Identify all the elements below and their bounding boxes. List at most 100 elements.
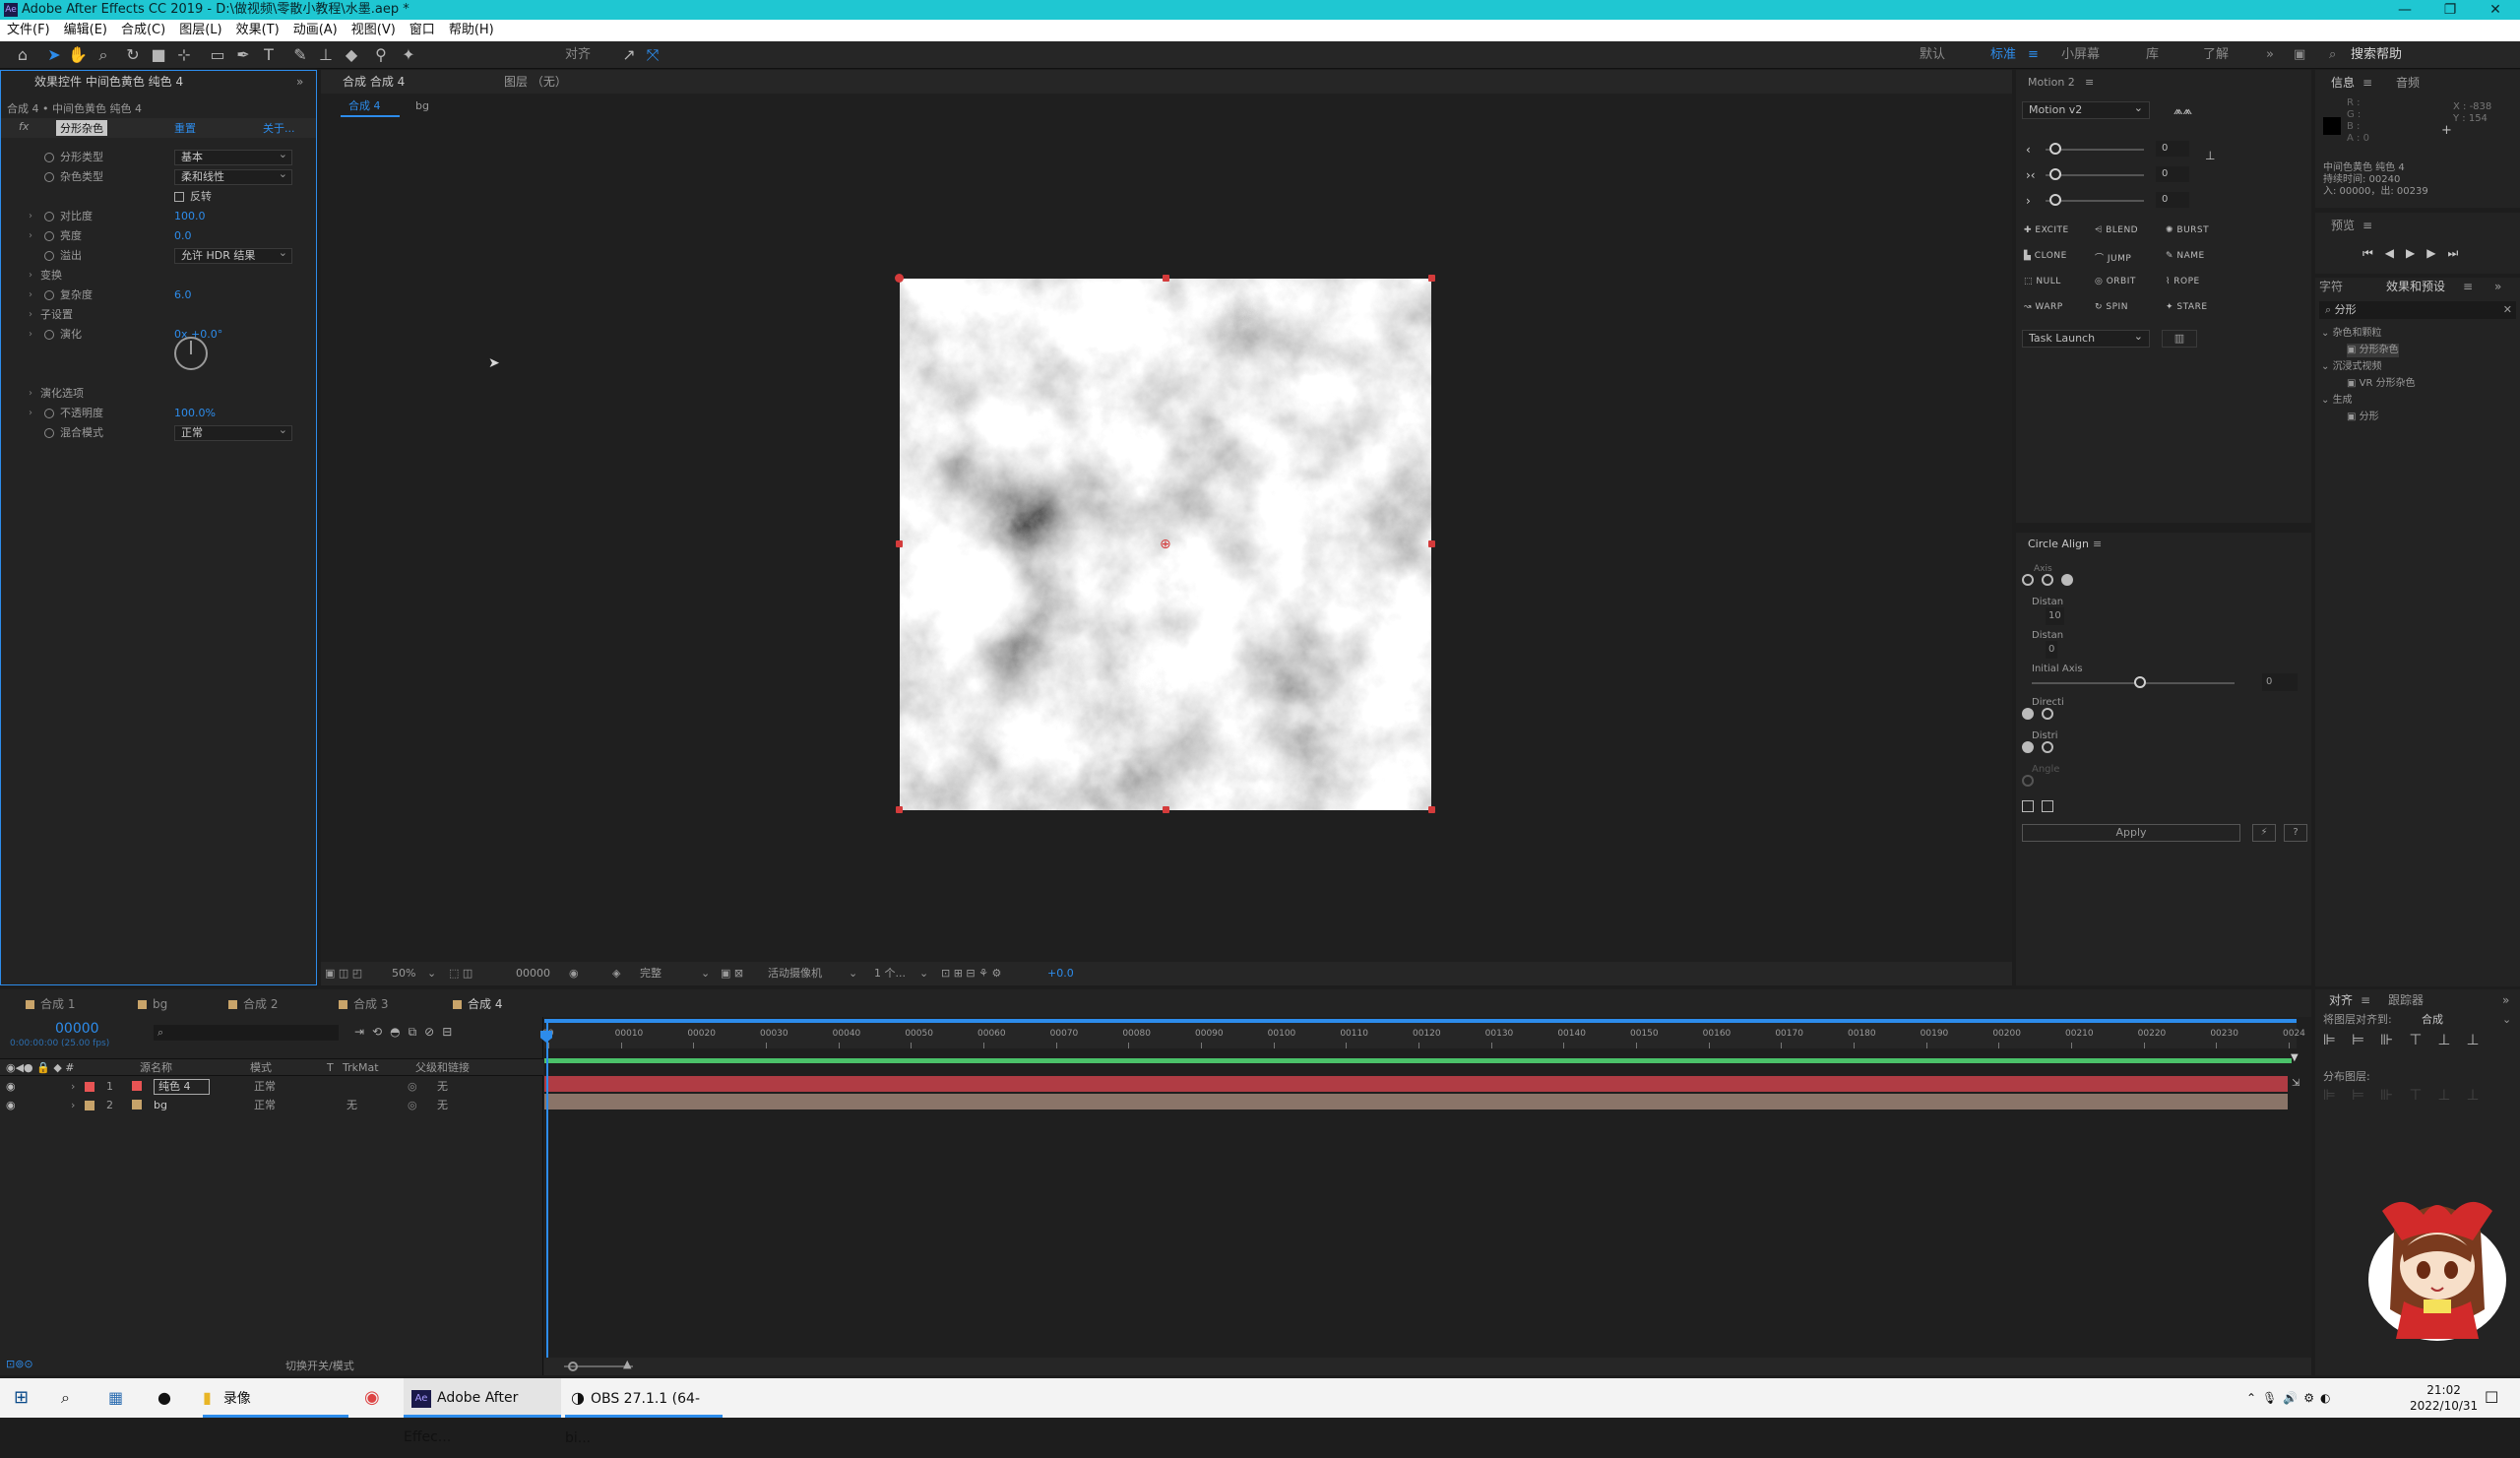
distribute-radio-1[interactable] [2022,741,2034,753]
layer-tab[interactable]: 图层 （无） [504,73,567,91]
camera-snapshot-icon[interactable]: ◉ [569,962,579,985]
workspace-default[interactable]: 默认 [1920,45,1945,65]
workspace-library[interactable]: 库 [2146,45,2159,65]
stopwatch-icon[interactable] [44,330,54,340]
timeline-switch-icons[interactable]: ⇥⟲◓⧉⊘⊟ [354,1025,460,1040]
stopwatch-icon[interactable] [44,212,54,222]
notification-icon[interactable]: ☐ [2485,1378,2498,1418]
menu-effect[interactable]: 效果(T) [229,20,286,41]
motion-preset-select[interactable]: Motion v2 ⌄ [2022,101,2150,119]
camera-chevron-icon[interactable]: ⌄ [849,962,857,985]
camera-tool-icon[interactable]: ■ [148,45,169,65]
qq-icon[interactable]: ● [158,1378,171,1418]
motion-slider-value[interactable]: 0 [2156,166,2189,182]
layer-row[interactable]: ◉ › ◎ 2 bg 正常 无 无 [0,1097,543,1114]
motion-spin-button[interactable]: ↻ SPIN [2095,302,2128,312]
effect-item[interactable]: ▣ 分形杂色 [2347,344,2399,357]
eye-icon[interactable]: ◉ [6,1097,16,1114]
preview-menu-icon[interactable]: ≡ [2362,217,2372,234]
roi-icon[interactable]: ▣ ⊠ [721,962,743,985]
menu-edit[interactable]: 编辑(E) [57,20,114,41]
effects-presets-tab[interactable]: 效果和预设 [2386,278,2445,295]
effect-name[interactable]: 分形杂色 [56,120,107,136]
disclosure-triangle-icon[interactable]: › [29,384,32,404]
menu-help[interactable]: 帮助(H) [442,20,501,41]
roto-brush-icon[interactable]: ⚲ [370,45,392,65]
effect-prop-select[interactable]: 正常 [174,423,292,441]
puppet-tool-icon[interactable]: ✦ [398,45,419,65]
system-tray-icons[interactable]: ⌃🎙🔊⚙◐ [2246,1378,2336,1418]
align-expand-icon[interactable]: » [2502,991,2509,1009]
distribute-buttons[interactable]: ⊫⊨⊪⊤⊥⊥ [2323,1086,2494,1104]
handle-bl[interactable] [896,806,903,813]
stopwatch-icon[interactable] [44,428,54,438]
initial-axis-track[interactable] [2032,682,2235,684]
distribute-radio-2[interactable] [2042,741,2053,753]
pen-tool-icon[interactable]: ✒ [232,45,254,65]
option-checkbox-2[interactable] [2042,800,2053,812]
time-ruler[interactable]: 0000010000200003000040000500006000070000… [542,1023,2305,1048]
layer-row[interactable]: ◉ › ◎ 1 纯色 4 正常 无 [0,1078,543,1096]
zoom-select[interactable]: 50% [392,962,415,985]
calculator-icon[interactable]: ▦ [108,1378,123,1418]
selection-tool-icon[interactable]: ➤ [43,45,65,65]
motion-jump-button[interactable]: ⌒ JUMP [2095,251,2131,264]
view-options-icon[interactable]: ⊡ ⊞ ⊟ ⚘ ⚙ [941,962,1001,985]
minimize-icon[interactable]: — [2382,0,2427,20]
stopwatch-icon[interactable] [44,172,54,182]
axis-radio-1[interactable] [2022,574,2034,586]
disclosure-triangle-icon[interactable]: › [29,226,32,246]
col-trkmat[interactable]: TrkMat [343,1059,379,1077]
quality-select[interactable]: 完整 [640,962,662,985]
stopwatch-icon[interactable] [44,231,54,241]
layer-name[interactable]: bg [154,1097,167,1114]
comp-button-icon[interactable]: ⇲ [2292,1078,2300,1089]
maximize-icon[interactable]: ❐ [2427,0,2473,20]
axis-radio-2[interactable] [2042,574,2053,586]
apply-button[interactable]: Apply [2022,824,2240,842]
fx-icon[interactable]: fx [19,120,29,133]
menu-layer[interactable]: 图层(L) [172,20,228,41]
pickwhip-icon[interactable]: ◎ [408,1097,417,1114]
effect-prop-select[interactable]: 允许 HDR 结果 [174,246,292,264]
fit-icon[interactable]: ⬚ ◫ [449,962,472,985]
label-color-icon[interactable] [85,1082,94,1092]
snap-icon[interactable]: ↗ [618,45,640,65]
workspace-menu-icon[interactable]: ≡ [2028,45,2039,65]
motion-name-button[interactable]: ✎ NAME [2166,251,2205,261]
motion-orbit-button[interactable]: ◎ ORBIT [2095,277,2136,286]
distance1-value[interactable]: 10 [2046,607,2064,625]
effect-category[interactable]: ⌄ 沉浸式视频 [2321,360,2382,374]
handle-bottom[interactable] [1163,806,1169,813]
camera-select[interactable]: 活动摄像机 [768,962,822,985]
angle-radio[interactable] [2022,775,2034,787]
clock[interactable]: 21:02 2022/10/31 [2410,1378,2478,1418]
pickwhip-icon[interactable]: ◎ [408,1078,417,1096]
disclosure-triangle-icon[interactable]: › [29,266,32,285]
views-chevron-icon[interactable]: ⌄ [919,962,928,985]
layer-mode-select[interactable]: 正常 [254,1097,276,1114]
effects-menu-icon[interactable]: ≡ [2463,278,2473,295]
taskbar-item-folder[interactable]: ▮ 录像 [203,1378,348,1418]
info-menu-icon[interactable]: ≡ [2362,74,2372,92]
playhead-line[interactable] [546,1023,548,1358]
effects-expand-icon[interactable]: » [2494,278,2501,295]
layer-parent-select[interactable]: 无 [437,1097,448,1114]
panel-expand-icon[interactable]: » [296,73,303,91]
tracker-tab[interactable]: 跟踪器 [2388,991,2424,1009]
taskbar-item-after-effects[interactable]: Ae Adobe After Effec... [404,1378,561,1445]
motion-burst-button[interactable]: ✺ BURST [2166,225,2209,235]
handle-right[interactable] [1428,540,1435,547]
handle-br[interactable] [1428,806,1435,813]
motion-null-button[interactable]: ⬚ NULL [2024,277,2061,286]
timeline-tab[interactable]: 合成 3 [339,993,388,1015]
menu-animation[interactable]: 动画(A) [286,20,345,41]
menu-file[interactable]: 文件(F) [0,20,57,41]
close-icon[interactable]: ✕ [2473,0,2518,20]
axis-radio-3[interactable] [2061,574,2073,586]
align-buttons[interactable]: ⊫⊨⊪⊤⊥⊥ [2323,1031,2494,1048]
layer-mode-select[interactable]: 正常 [254,1078,276,1096]
playback-controls[interactable]: ⏮◀▶▶⏭ [2362,244,2470,262]
disclosure-triangle-icon[interactable]: › [29,325,32,345]
eye-icon[interactable]: ◉ [6,1078,16,1096]
